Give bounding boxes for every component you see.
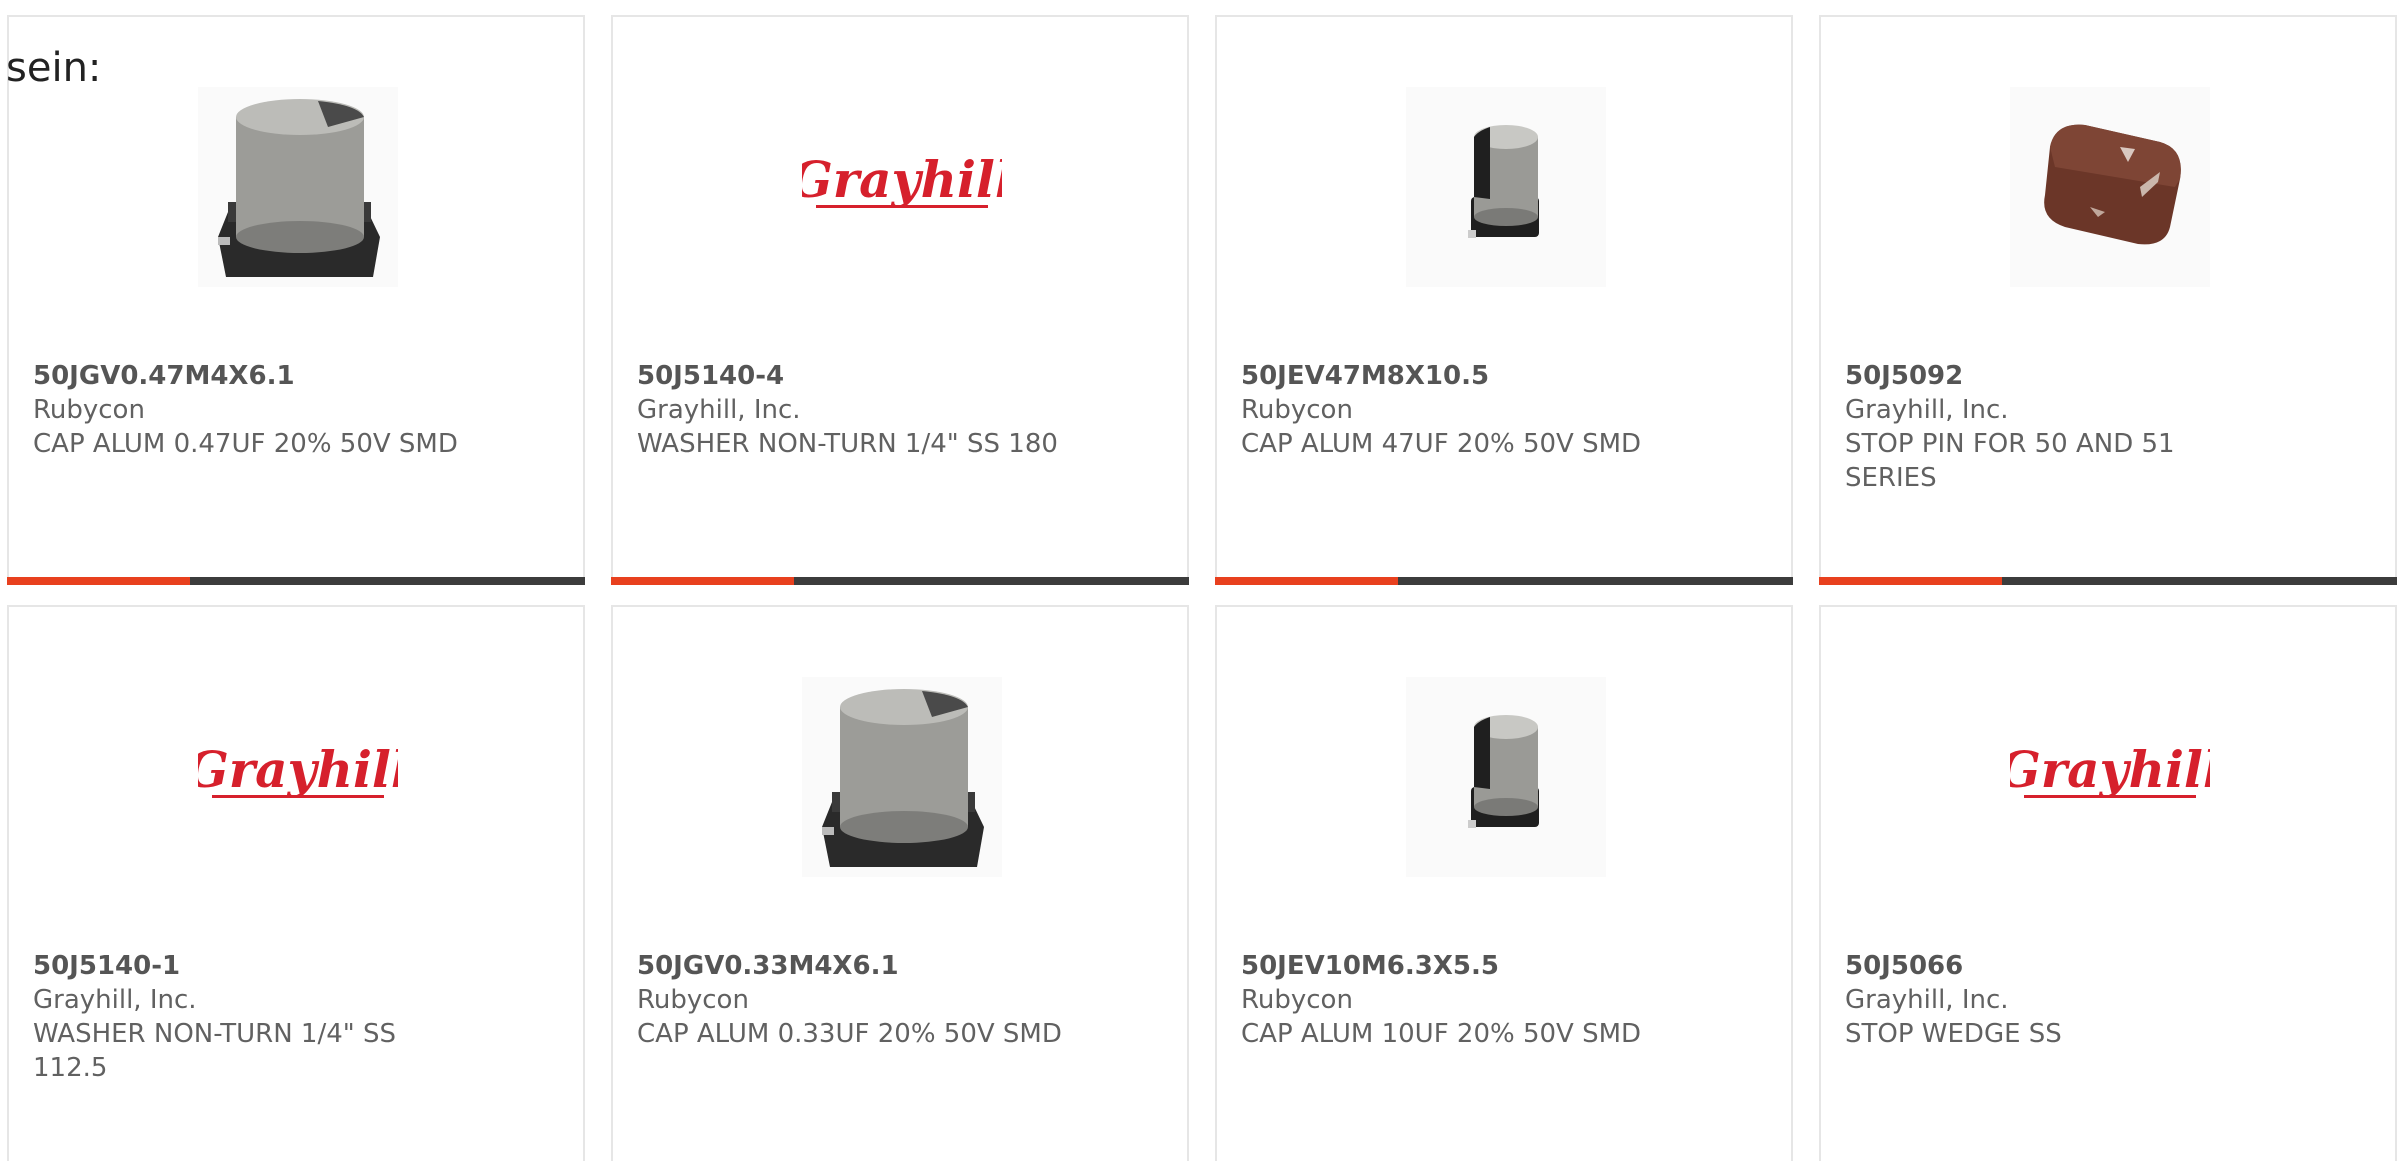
part-number[interactable]: 50JEV47M8X10.5 xyxy=(1241,359,1681,393)
description: STOP PIN FOR 50 AND 51 SERIES xyxy=(1845,429,2175,493)
product-info: 50J5092 Grayhill, Inc. STOP PIN FOR 50 A… xyxy=(1845,359,2285,495)
product-info: 50JEV47M8X10.5 Rubycon CAP ALUM 47UF 20%… xyxy=(1241,359,1681,461)
small-capacitor-icon xyxy=(1406,677,1606,877)
part-number[interactable]: 50J5092 xyxy=(1845,359,2285,393)
manufacturer: Grayhill, Inc. xyxy=(1845,985,2009,1015)
card-bottom-bar xyxy=(7,577,585,585)
product-image[interactable]: Grayhill xyxy=(198,677,398,877)
product-image[interactable] xyxy=(1406,677,1606,877)
product-card[interactable]: 50JGV0.47M4X6.1 Rubycon CAP ALUM 0.47UF … xyxy=(7,15,585,585)
product-info: 50JGV0.47M4X6.1 Rubycon CAP ALUM 0.47UF … xyxy=(33,359,473,461)
card-bottom-bar xyxy=(611,577,1189,585)
product-info: 50JEV10M6.3X5.5 Rubycon CAP ALUM 10UF 20… xyxy=(1241,949,1681,1051)
large-capacitor-icon xyxy=(802,677,1002,877)
small-capacitor-icon xyxy=(1406,87,1606,287)
product-card[interactable]: Grayhill 50J5140-1 Grayhill, Inc. WASHER… xyxy=(7,605,585,1161)
svg-text:Grayhill: Grayhill xyxy=(198,740,398,799)
grayhill-logo: Grayhill xyxy=(198,740,398,799)
product-grid-page: 50JGV0.47M4X6.1 Rubycon CAP ALUM 0.47UF … xyxy=(0,0,2400,1161)
description: CAP ALUM 0.33UF 20% 50V SMD xyxy=(637,1019,1062,1049)
description: WASHER NON-TURN 1/4" SS 180 xyxy=(637,429,1058,459)
part-number[interactable]: 50JGV0.47M4X6.1 xyxy=(33,359,473,393)
card-accent-bar xyxy=(611,577,794,585)
grayhill-logo: Grayhill xyxy=(802,150,1002,209)
card-bottom-bar xyxy=(1819,577,2397,585)
stop-pin-icon xyxy=(2010,87,2210,287)
description: CAP ALUM 0.47UF 20% 50V SMD xyxy=(33,429,458,459)
part-number[interactable]: 50JGV0.33M4X6.1 xyxy=(637,949,1077,983)
manufacturer: Grayhill, Inc. xyxy=(1845,395,2009,425)
overlay-text: sein: xyxy=(6,45,102,91)
product-info: 50J5140-4 Grayhill, Inc. WASHER NON-TURN… xyxy=(637,359,1077,461)
svg-text:Grayhill: Grayhill xyxy=(802,150,1002,209)
part-number[interactable]: 50JEV10M6.3X5.5 xyxy=(1241,949,1681,983)
product-image[interactable] xyxy=(1406,87,1606,287)
product-image[interactable] xyxy=(198,87,398,287)
card-accent-bar xyxy=(1215,577,1398,585)
product-card[interactable]: Grayhill 50J5066 Grayhill, Inc. STOP WED… xyxy=(1819,605,2397,1161)
card-bottom-bar xyxy=(1215,577,1793,585)
part-number[interactable]: 50J5140-1 xyxy=(33,949,473,983)
svg-text:Grayhill: Grayhill xyxy=(2010,740,2210,799)
card-accent-bar xyxy=(1819,577,2002,585)
grayhill-logo: Grayhill xyxy=(2010,740,2210,799)
product-card[interactable]: Grayhill 50J5140-4 Grayhill, Inc. WASHER… xyxy=(611,15,1189,585)
description: WASHER NON-TURN 1/4" SS 112.5 xyxy=(33,1019,397,1083)
description: STOP WEDGE SS xyxy=(1845,1019,2062,1049)
part-number[interactable]: 50J5066 xyxy=(1845,949,2285,983)
product-info: 50JGV0.33M4X6.1 Rubycon CAP ALUM 0.33UF … xyxy=(637,949,1077,1051)
product-card[interactable]: 50J5092 Grayhill, Inc. STOP PIN FOR 50 A… xyxy=(1819,15,2397,585)
product-info: 50J5140-1 Grayhill, Inc. WASHER NON-TURN… xyxy=(33,949,473,1085)
description: CAP ALUM 47UF 20% 50V SMD xyxy=(1241,429,1642,459)
large-capacitor-icon xyxy=(198,87,398,287)
part-number[interactable]: 50J5140-4 xyxy=(637,359,1077,393)
product-image[interactable] xyxy=(802,677,1002,877)
manufacturer: Rubycon xyxy=(1241,395,1353,425)
manufacturer: Grayhill, Inc. xyxy=(33,985,197,1015)
product-card[interactable]: 50JEV47M8X10.5 Rubycon CAP ALUM 47UF 20%… xyxy=(1215,15,1793,585)
product-card[interactable]: 50JEV10M6.3X5.5 Rubycon CAP ALUM 10UF 20… xyxy=(1215,605,1793,1161)
description: CAP ALUM 10UF 20% 50V SMD xyxy=(1241,1019,1642,1049)
manufacturer: Rubycon xyxy=(1241,985,1353,1015)
product-image[interactable]: Grayhill xyxy=(802,87,1002,287)
product-image[interactable]: Grayhill xyxy=(2010,677,2210,877)
card-accent-bar xyxy=(7,577,190,585)
manufacturer: Rubycon xyxy=(637,985,749,1015)
product-info: 50J5066 Grayhill, Inc. STOP WEDGE SS xyxy=(1845,949,2285,1051)
product-card[interactable]: 50JGV0.33M4X6.1 Rubycon CAP ALUM 0.33UF … xyxy=(611,605,1189,1161)
product-image[interactable] xyxy=(2010,87,2210,287)
manufacturer: Grayhill, Inc. xyxy=(637,395,801,425)
manufacturer: Rubycon xyxy=(33,395,145,425)
